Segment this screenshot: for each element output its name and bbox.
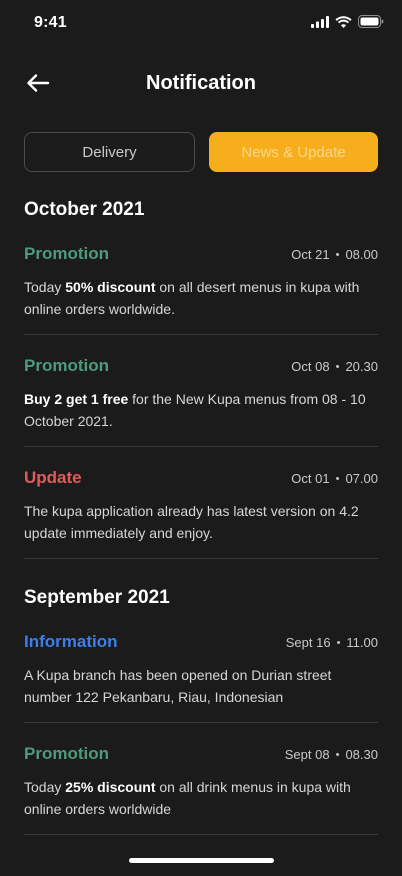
notification-time: 07.00	[345, 471, 378, 486]
notification-datetime: Oct 08 • 20.30	[291, 359, 378, 374]
cellular-signal-icon	[311, 15, 329, 33]
notification-datetime: Sept 08 • 08.30	[285, 747, 378, 762]
tab-news-update[interactable]: News & Update	[209, 132, 378, 172]
section-title: October 2021	[24, 199, 145, 220]
separator-dot: •	[335, 748, 340, 761]
notification-time: 20.30	[345, 359, 378, 374]
header: Notification	[0, 62, 402, 108]
notification-date: Oct 08	[291, 359, 330, 374]
notification-category: Information	[24, 632, 118, 651]
status-bar: 9:41	[0, 0, 402, 48]
notification-item[interactable]: Information Sept 16 • 11.00 A Kupa branc…	[24, 632, 378, 712]
divider	[24, 834, 378, 835]
separator-dot: •	[335, 360, 340, 373]
home-indicator[interactable]	[129, 858, 274, 863]
separator-dot: •	[335, 248, 340, 261]
divider	[24, 558, 378, 559]
notification-category: Promotion	[24, 244, 109, 263]
notification-screen: 9:41 Notification Delivery News & Update…	[0, 0, 402, 876]
notification-time: 08.00	[345, 247, 378, 262]
notification-datetime: Oct 01 • 07.00	[291, 471, 378, 486]
status-icons	[311, 15, 384, 33]
notification-body: A Kupa branch has been opened on Durian …	[24, 667, 332, 705]
notification-body: Today 50% discount on all desert menus i…	[24, 279, 360, 317]
notification-time: 08.30	[345, 747, 378, 762]
notification-category: Promotion	[24, 356, 109, 375]
notification-date: Oct 21	[291, 247, 330, 262]
tab-delivery[interactable]: Delivery	[24, 132, 195, 172]
notification-time: 11.00	[346, 635, 378, 650]
notification-body: The kupa application already has latest …	[24, 503, 359, 541]
notification-body: Today 25% discount on all drink menus in…	[24, 779, 351, 817]
notification-date: Sept 16	[285, 635, 331, 650]
notification-item[interactable]: Update Oct 01 • 07.00 The kupa applicati…	[24, 468, 378, 548]
notification-item[interactable]: Promotion Oct 08 • 20.30 Buy 2 get 1 fre…	[24, 356, 378, 436]
separator-dot: •	[336, 636, 341, 649]
page-title: Notification	[146, 72, 256, 94]
notification-datetime: Sept 16 • 11.00	[286, 635, 378, 650]
notification-item[interactable]: Promotion Oct 21 • 08.00 Today 50% disco…	[24, 244, 378, 324]
notification-category: Promotion	[24, 744, 109, 763]
divider	[24, 334, 378, 335]
notification-date: Oct 01	[291, 471, 330, 486]
divider	[24, 722, 378, 723]
wifi-icon	[335, 15, 352, 33]
divider	[24, 446, 378, 447]
notification-date: Sept 08	[284, 747, 330, 762]
section-title: September 2021	[24, 587, 170, 608]
separator-dot: •	[335, 472, 340, 485]
notification-datetime: Oct 21 • 08.00	[291, 247, 378, 262]
status-time: 9:41	[34, 14, 67, 31]
battery-icon	[358, 15, 384, 33]
notification-category: Update	[24, 468, 82, 487]
notification-item[interactable]: Promotion Sept 08 • 08.30 Today 25% disc…	[24, 744, 378, 824]
tab-bar: Delivery News & Update	[24, 132, 378, 172]
notification-body: Buy 2 get 1 free for the New Kupa menus …	[24, 391, 366, 429]
